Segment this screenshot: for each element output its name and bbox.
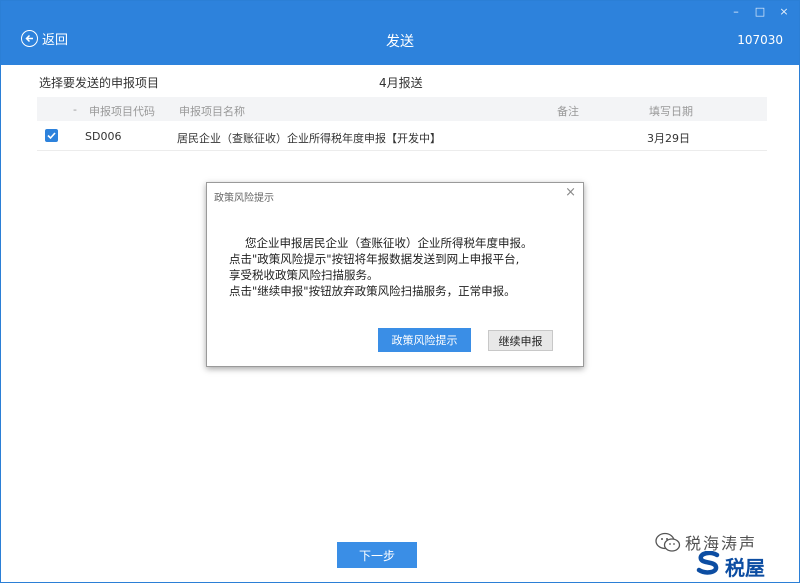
close-window-button[interactable]: × [775, 3, 793, 19]
watermark: 税海涛声 税屋 [643, 530, 793, 580]
form-code: 107030 [737, 33, 783, 47]
window-controls: – □ × [727, 3, 793, 19]
back-button[interactable]: 返回 [21, 29, 68, 48]
table-header: - 申报项目代码 申报项目名称 备注 填写日期 [37, 97, 767, 121]
column-note: 备注 [557, 105, 579, 118]
row-name: 居民企业（查账征收）企业所得税年度申报【开发中】 [177, 132, 441, 145]
back-label: 返回 [42, 33, 69, 48]
dialog-line-4: 点击"继续申报"按钮放弃政策风险扫描服务，正常申报。 [229, 284, 516, 298]
wechat-icon [655, 532, 681, 552]
logo-icon [696, 551, 720, 575]
row-checkbox[interactable] [45, 129, 58, 142]
minimize-button[interactable]: – [727, 3, 745, 19]
table-row[interactable]: SD006 居民企业（查账征收）企业所得税年度申报【开发中】 3月29日 [37, 121, 767, 151]
declaration-table: - 申报项目代码 申报项目名称 备注 填写日期 SD006 居民企业（查账征收）… [37, 97, 767, 151]
column-code: 申报项目代码 [89, 105, 155, 118]
arrow-left-icon [21, 30, 38, 47]
dialog-title: 政策风险提示 [214, 193, 274, 204]
dialog-line-2: 点击"政策风险提示"按钮将年报数据发送到网上申报平台, [229, 252, 520, 266]
dialog-close-icon[interactable]: × [565, 186, 576, 199]
section-label: 选择要发送的申报项目 [39, 76, 160, 90]
title-bar: – □ × 返回 发送 107030 [1, 1, 799, 65]
row-code: SD006 [85, 130, 122, 143]
month-label: 4月报送 [379, 76, 423, 90]
maximize-button[interactable]: □ [751, 3, 769, 19]
dialog-line-3: 享受税收政策风险扫描服务。 [229, 268, 379, 282]
next-step-button[interactable]: 下一步 [337, 542, 417, 568]
dialog-message: 您企业申报居民企业（查账征收）企业所得税年度申报。 点击"政策风险提示"按钮将年… [229, 235, 569, 299]
policy-risk-dialog: 政策风险提示 × 您企业申报居民企业（查账征收）企业所得税年度申报。 点击"政策… [206, 182, 584, 367]
dialog-line-1: 您企业申报居民企业（查账征收）企业所得税年度申报。 [245, 236, 533, 250]
window-title: 发送 [386, 34, 414, 50]
policy-risk-button[interactable]: 政策风险提示 [378, 328, 471, 352]
watermark-text-2: 税屋 [725, 556, 765, 580]
row-date: 3月29日 [647, 132, 690, 145]
check-icon [47, 132, 56, 140]
column-name: 申报项目名称 [179, 105, 245, 118]
app-window: – □ × 返回 发送 107030 选择要发送的申报项目 4月报送 - 申报项… [0, 0, 800, 583]
column-marker: - [73, 103, 77, 116]
column-date: 填写日期 [649, 105, 693, 118]
continue-declare-button[interactable]: 继续申报 [488, 330, 553, 351]
